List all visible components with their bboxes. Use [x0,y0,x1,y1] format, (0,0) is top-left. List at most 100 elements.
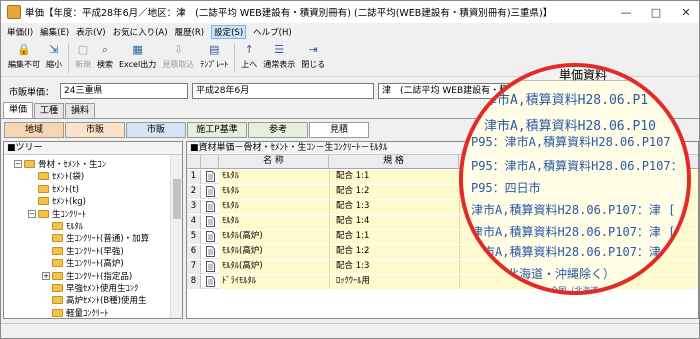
menu-item[interactable]: 単価(I) [7,26,33,38]
folder-icon [52,308,63,317]
maximize-button[interactable]: □ [641,1,671,23]
menu-item[interactable]: 履歴(R) [175,26,205,38]
tree-item[interactable]: 生ｺﾝｸﾘｰﾄ(高炉) [52,257,124,269]
tree-item[interactable]: ｾﾒﾝﾄ(t) [38,183,79,195]
toolbar-button-label: 通常表示 [263,60,296,69]
toolbar-button-label: 編集不可 [8,60,40,69]
tree-item[interactable]: 高炉ｾﾒﾝﾄ(B種)使用生 [52,294,146,306]
toolbar-button[interactable]: 🔒 編集不可 [5,41,43,75]
collapse-icon[interactable]: − [28,209,36,218]
toolbar-button-label: 新規 [75,60,91,69]
title-bar: 単価【年度：平成28年6月／地区：津 (二誌平均 WEB建設有・積資別冊有) (… [1,1,699,23]
item-name: ﾓﾙﾀﾙ(高炉) [219,259,329,274]
tree-item[interactable]: ﾓﾙﾀﾙ [52,220,83,232]
tree-item[interactable]: + 生ｺﾝｸﾘｰﾄ(指定品) [42,270,132,282]
item-name: ﾓﾙﾀﾙ [219,199,329,214]
menu-item[interactable]: 設定(S) [211,25,247,39]
category-button[interactable]: 見積 [309,122,369,138]
collapse-icon[interactable]: − [14,160,22,168]
app-icon [7,5,21,19]
category-button[interactable]: 施工P基準 [187,122,247,138]
category-button[interactable]: 参考 [248,122,308,138]
magnified-source-text: 津市A,積算資料H28.06.P107：津 [ [471,225,676,239]
toolbar-button[interactable]: ☰ 通常表示 [260,41,298,75]
document-icon[interactable] [204,186,216,198]
row-number: 1 [187,169,201,184]
document-icon[interactable] [204,201,216,213]
tree-item-label: ﾓﾙﾀﾙ [66,222,84,232]
period-field[interactable]: 平成28年6月 [192,83,375,99]
tree-item-label: ｾﾒﾝﾄ(袋) [52,172,85,183]
close-button[interactable]: ✕ [671,1,699,23]
folder-icon [52,296,63,305]
menu-item[interactable]: 表示(V) [76,26,105,38]
toolbar-button-label: 閉じる [301,60,326,69]
folder-icon [52,284,63,292]
tree-item-label: 高炉ｾﾒﾝﾄ(B種)使用生 [66,296,147,307]
icon-header [201,155,219,168]
tree-panel: ■ツリー − 骨材・ｾﾒﾝﾄ・生ｺﾝ ｾﾒﾝﾄ(袋) ｾﾒﾝﾄ(t) ｾﾒﾝﾄ(kg) −… [3,141,183,319]
menu-item[interactable]: 編集(E) [40,26,69,38]
magnified-source-text: P95：四日市 [471,181,541,195]
menu-item[interactable]: ヘルプ(H) [253,26,292,38]
magnifier-header-text: 単価資料 [559,68,608,82]
shrink-icon: ⇲ [49,43,59,56]
folder-icon [38,197,49,206]
item-spec: 配合 1:1 [329,169,459,184]
tree-item[interactable]: − 生ｺﾝｸﾘｰﾄ [28,208,86,220]
folder-icon [38,209,49,218]
toolbar-button-label: 上へ [241,60,258,69]
toolbar-button[interactable]: ⌕ 検索 [94,41,116,75]
tree-item[interactable]: 早強ｾﾒﾝﾄ使用生ｺﾝｸ [52,282,138,294]
item-spec: 配合 1:2 [329,184,459,199]
tree-item[interactable]: − 骨材・ｾﾒﾝﾄ・生ｺﾝ [14,158,106,170]
document-icon[interactable] [204,231,216,243]
document-icon[interactable] [204,276,216,288]
minimize-button[interactable]: — [611,1,641,23]
row-number: 5 [187,229,201,244]
menu-item[interactable]: お気に入り(A) [113,26,168,38]
item-spec: 配合 1:1 [329,229,459,244]
toolbar-button[interactable]: ▦ Excel出力 [116,41,159,75]
magnified-source-text: 津市A,積算資料H28.06.P107：津 [ [471,245,676,259]
tree-item[interactable]: 軽量ｺﾝｸﾘｰﾄ [52,307,109,318]
toolbar-button[interactable]: ⇲ 縮小 [43,41,65,75]
tab[interactable]: 損料 [65,103,96,118]
magnifier-callout: 単価資料 ：津市A,積算資料H28.06.P1 ：津市A,積算資料H28.06.P… [459,63,691,295]
expand-icon[interactable]: + [42,271,50,280]
spec-column-header[interactable]: 規 格 [329,155,459,168]
tree-item-label: 生ｺﾝｸﾘｰﾄ [52,209,87,220]
tab[interactable]: 工種 [34,103,65,118]
tree-item-label: 骨材・ｾﾒﾝﾄ・生ｺﾝ [38,160,107,170]
document-icon[interactable] [204,171,216,183]
toolbar-button-label: 見積取込 [162,60,195,69]
item-name: ﾄﾞﾗｲﾓﾙﾀﾙ [219,274,329,289]
tree-item[interactable]: ｾﾒﾝﾄ(袋) [38,170,84,182]
category-button[interactable]: 市販 [126,122,186,138]
toolbar-button[interactable]: ⇥ 閉じる [298,41,328,75]
document-icon[interactable] [204,261,216,273]
view-icon: ☰ [274,43,285,56]
category-button[interactable]: 市販 [65,122,125,138]
toolbar-button-label: Excel出力 [119,60,157,69]
item-name: ﾓﾙﾀﾙ [219,214,329,229]
tree-item-label: 早強ｾﾒﾝﾄ使用生ｺﾝｸ [66,284,139,294]
document-icon[interactable] [204,246,216,258]
item-spec: ﾛｯｸｳｰﾙ用 [329,274,459,289]
tree-scrollbar[interactable] [170,155,182,318]
up-folder-icon: ↑ [244,43,254,56]
tree-scrollbar-thumb[interactable] [173,179,181,219]
toolbar-button: ⇩ 見積取込 [159,41,197,75]
tree-item[interactable]: ｾﾒﾝﾄ(kg) [38,195,86,207]
prefecture-field[interactable]: 24三重県 [60,83,189,99]
name-column-header[interactable]: 名 称 [219,155,329,168]
toolbar-button[interactable]: ▤ ﾃﾝﾌﾟﾚｰﾄ [197,41,231,75]
tab[interactable]: 単価 [3,102,34,118]
document-icon[interactable] [204,216,216,228]
tree-item[interactable]: 生ｺﾝｸﾘｰﾄ(早強) [52,245,124,257]
toolbar-button[interactable]: ↑ 上へ [238,41,260,75]
category-button[interactable]: 地域 [4,122,64,138]
folder-icon [52,222,63,230]
tree-item[interactable]: 生ｺﾝｸﾘｰﾄ(普通)・加算 [52,232,149,244]
item-name: ﾓﾙﾀﾙ [219,184,329,199]
